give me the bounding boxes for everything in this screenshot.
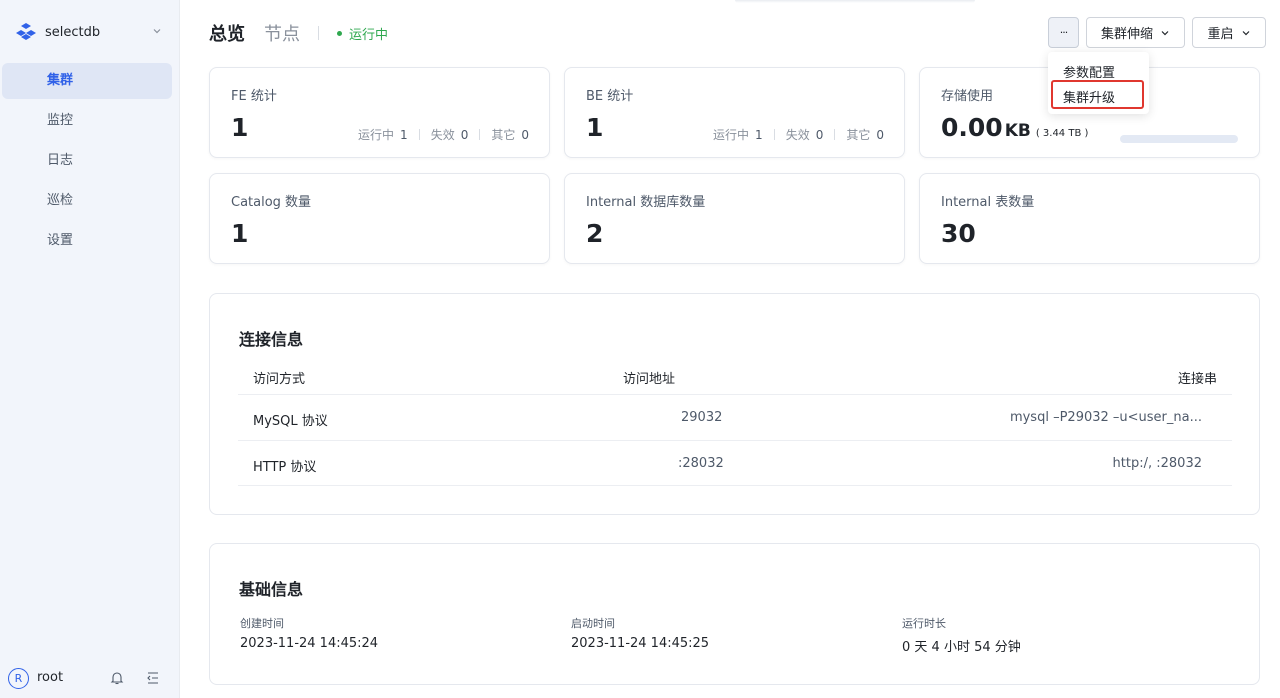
selectdb-logo-icon xyxy=(16,23,36,40)
bell-icon[interactable] xyxy=(109,670,125,686)
storage-label: 存储使用 xyxy=(941,89,994,104)
chevron-down-icon xyxy=(1161,30,1169,35)
header-connstring: 连接串 xyxy=(1177,372,1217,387)
failed-label: 失效 xyxy=(785,128,810,142)
started-value: 2023-11-24 14:45:25 xyxy=(571,636,710,651)
highlight-box xyxy=(1051,80,1144,109)
more-button[interactable]: ··· xyxy=(1048,17,1079,48)
other-label: 其它 xyxy=(491,128,516,142)
catalog-label: Catalog 数量 xyxy=(231,195,312,210)
sidebar-item-logs[interactable]: 日志 xyxy=(2,143,172,179)
database-label: Internal 数据库数量 xyxy=(586,195,706,210)
sidebar-item-settings[interactable]: 设置 xyxy=(2,223,172,259)
header-address: 访问地址 xyxy=(623,372,676,387)
table-count-label: Internal 表数量 xyxy=(941,195,1035,210)
cluster-selector[interactable]: selectdb xyxy=(16,18,166,46)
table-count-card: Internal 表数量 30 xyxy=(919,173,1260,264)
sidebar-nav: 集群 监控 日志 巡检 设置 xyxy=(0,63,180,263)
other-count: 0 xyxy=(521,127,529,142)
sidebar-item-monitor[interactable]: 监控 xyxy=(2,103,172,139)
status-badge: 运行中 xyxy=(337,24,388,43)
basic-info-title: 基础信息 xyxy=(239,580,304,599)
menu-item-param-config[interactable]: 参数配置 xyxy=(1063,62,1115,81)
restart-button[interactable]: 重启 xyxy=(1192,17,1266,48)
separator xyxy=(834,129,836,140)
scale-button[interactable]: 集群伸缩 xyxy=(1086,17,1185,48)
status-dot-icon xyxy=(337,31,342,36)
running-count: 1 xyxy=(400,127,408,142)
collapse-menu-icon[interactable] xyxy=(145,670,161,686)
be-stats-breakdown: 运行中 1 失效 0 其它 0 xyxy=(713,126,884,143)
connection-title: 连接信息 xyxy=(239,330,304,349)
other-label: 其它 xyxy=(846,128,871,142)
storage-number: 0.00 xyxy=(941,113,1003,142)
sidebar-item-inspection[interactable]: 巡检 xyxy=(2,183,172,219)
connstring-http[interactable]: http:/, :28032 xyxy=(1113,456,1202,471)
running-count: 1 xyxy=(755,127,763,142)
header-method: 访问方式 xyxy=(253,372,306,387)
be-stats-card: BE 统计 1 运行中 1 失效 0 其它 0 xyxy=(564,67,905,158)
row-divider xyxy=(238,485,1232,486)
created-label: 创建时间 xyxy=(240,617,284,630)
brand-name: selectdb xyxy=(45,24,101,40)
address-http[interactable]: :28032 xyxy=(678,456,724,471)
status-text: 运行中 xyxy=(349,28,389,43)
connstring-mysql[interactable]: mysql –P29032 –u<user_na... xyxy=(1010,410,1202,425)
row-divider xyxy=(238,394,1232,395)
failed-count: 0 xyxy=(815,127,824,142)
avatar[interactable]: R xyxy=(8,668,29,689)
basic-info-section: 基础信息 创建时间 2023-11-24 14:45:24 启动时间 2023-… xyxy=(209,543,1260,685)
database-value: 2 xyxy=(586,219,604,248)
separator xyxy=(418,129,420,140)
chevron-down-icon xyxy=(1242,30,1249,35)
connection-section: 连接信息 访问方式 访问地址 连接串 MySQL 协议 29032 mysql … xyxy=(209,293,1260,515)
username[interactable]: root xyxy=(37,670,63,685)
fe-stats-card: FE 统计 1 运行中 1 失效 0 其它 0 xyxy=(209,67,550,158)
top-shadow xyxy=(735,0,975,3)
be-stats-value: 1 xyxy=(586,113,604,142)
database-card: Internal 数据库数量 2 xyxy=(564,173,905,264)
method-http: HTTP 协议 xyxy=(253,460,317,475)
more-label: ··· xyxy=(1059,26,1068,39)
row-divider xyxy=(238,440,1232,441)
sidebar-item-cluster[interactable]: 集群 xyxy=(2,63,172,99)
other-count: 0 xyxy=(876,127,884,142)
restart-label: 重启 xyxy=(1207,27,1234,42)
address-mysql[interactable]: 29032 xyxy=(681,410,722,425)
created-value: 2023-11-24 14:45:24 xyxy=(240,636,379,651)
fe-stats-value: 1 xyxy=(231,113,249,142)
storage-total: ( 3.44 TB ) xyxy=(1035,128,1089,139)
catalog-card: Catalog 数量 1 xyxy=(209,173,550,264)
failed-count: 0 xyxy=(460,127,469,142)
separator xyxy=(773,129,775,140)
chevron-down-icon xyxy=(153,29,161,34)
storage-value: 0.00 KB ( 3.44 TB ) xyxy=(941,113,1088,142)
running-label: 运行中 xyxy=(358,128,395,142)
tab-nodes[interactable]: 节点 xyxy=(264,20,300,46)
fe-stats-breakdown: 运行中 1 失效 0 其它 0 xyxy=(358,126,529,143)
fe-stats-label: FE 统计 xyxy=(231,89,277,104)
storage-unit: KB xyxy=(1004,121,1031,141)
storage-progress-bar xyxy=(1120,135,1238,143)
method-mysql: MySQL 协议 xyxy=(253,414,328,429)
catalog-value: 1 xyxy=(231,219,249,248)
scale-label: 集群伸缩 xyxy=(1100,27,1153,42)
tab-divider xyxy=(318,26,319,40)
uptime-label: 运行时长 xyxy=(902,617,946,630)
failed-label: 失效 xyxy=(430,128,455,142)
separator xyxy=(479,129,481,140)
tab-overview[interactable]: 总览 xyxy=(209,20,245,46)
running-label: 运行中 xyxy=(713,128,750,142)
uptime-value: 0 天 4 小时 54 分钟 xyxy=(902,640,1021,655)
started-label: 启动时间 xyxy=(571,617,615,630)
sidebar-footer: R root xyxy=(0,658,180,698)
table-count-value: 30 xyxy=(941,219,976,248)
be-stats-label: BE 统计 xyxy=(586,89,634,104)
sidebar: selectdb 集群 监控 日志 巡检 设置 R root xyxy=(0,0,180,698)
